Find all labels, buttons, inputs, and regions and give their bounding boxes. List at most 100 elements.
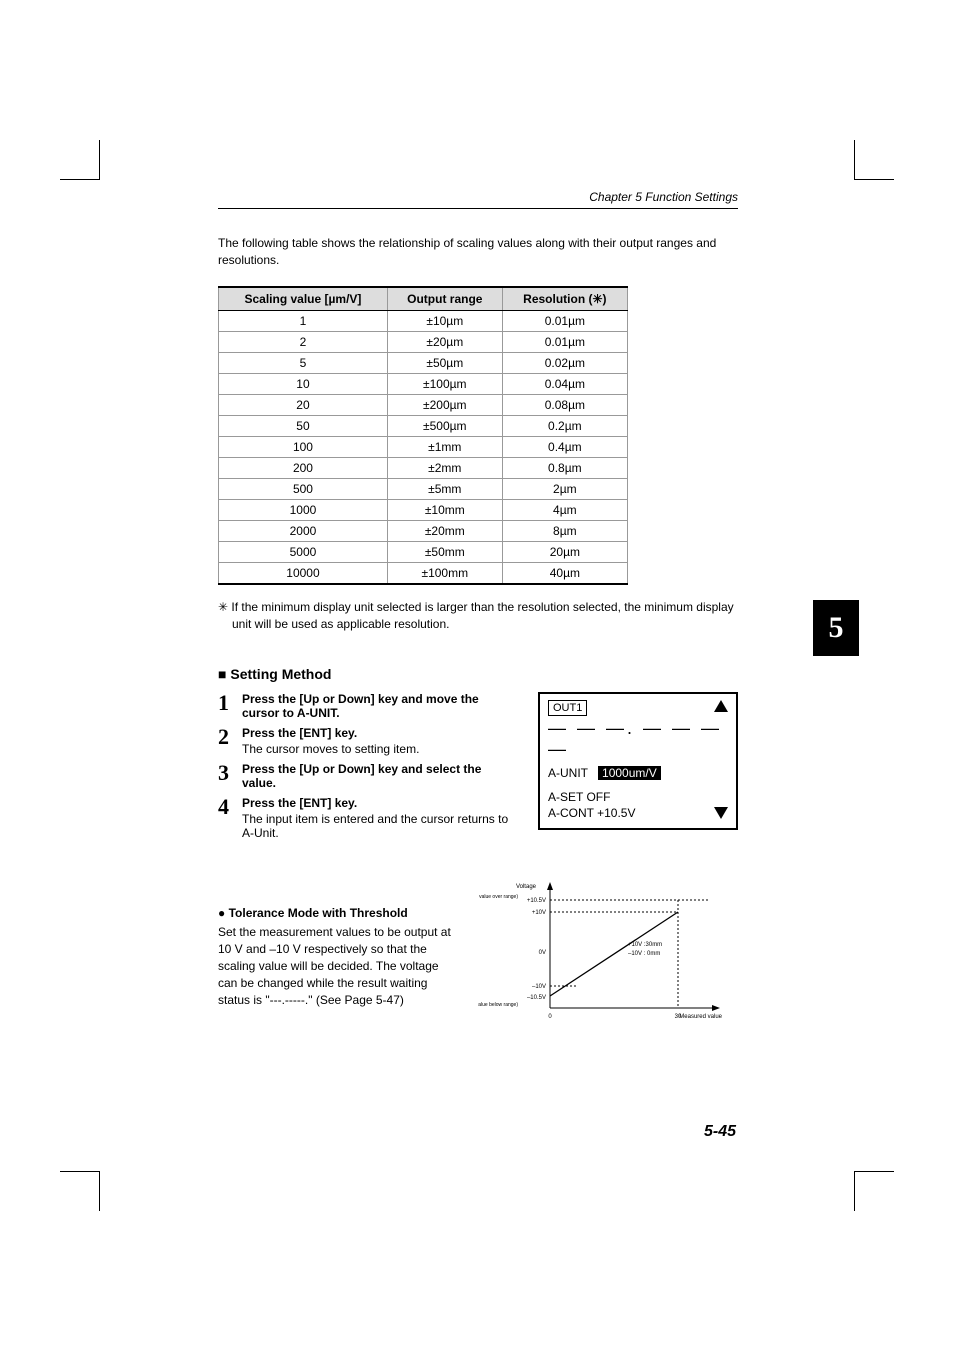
intro-text: The following table shows the relationsh… bbox=[218, 235, 738, 270]
svg-text:+10.5V: +10.5V bbox=[527, 898, 546, 904]
table-row: 2000±20mm8µm bbox=[219, 520, 628, 541]
table-cell: ±1mm bbox=[387, 436, 502, 457]
table-cell: 1 bbox=[219, 310, 388, 331]
table-row: 100±1mm0.4µm bbox=[219, 436, 628, 457]
table-cell: 200 bbox=[219, 457, 388, 478]
triangle-down-icon bbox=[714, 807, 728, 822]
table-cell: ±50mm bbox=[387, 541, 502, 562]
table-cell: 4µm bbox=[502, 499, 627, 520]
step-title: Press the [ENT] key. bbox=[242, 726, 518, 740]
table-cell: 5000 bbox=[219, 541, 388, 562]
table-cell: ±5mm bbox=[387, 478, 502, 499]
table-cell: 0.8µm bbox=[502, 457, 627, 478]
table-cell: 40µm bbox=[502, 562, 627, 584]
lcd-aunit-label: A-UNIT bbox=[548, 766, 588, 780]
section-heading-setting-method: Setting Method bbox=[218, 666, 738, 682]
tolerance-heading: Tolerance Mode with Threshold bbox=[218, 906, 458, 920]
table-cell: ±200µm bbox=[387, 394, 502, 415]
step-1: 1 Press the [Up or Down] key and move th… bbox=[218, 692, 518, 720]
page-content: Chapter 5 Function Settings The followin… bbox=[218, 190, 738, 1031]
svg-text:Voltage: Voltage bbox=[516, 884, 537, 890]
step-number: 2 bbox=[218, 726, 234, 756]
table-row: 10±100µm0.04µm bbox=[219, 373, 628, 394]
table-cell: ±50µm bbox=[387, 352, 502, 373]
step-3: 3 Press the [Up or Down] key and select … bbox=[218, 762, 518, 790]
table-row: 10000±100mm40µm bbox=[219, 562, 628, 584]
table-cell: ±10µm bbox=[387, 310, 502, 331]
table-cell: 2 bbox=[219, 331, 388, 352]
table-cell: 0.4µm bbox=[502, 436, 627, 457]
svg-text:+10V: +10V bbox=[532, 910, 546, 916]
scaling-table: Scaling value [µm/V] Output range Resolu… bbox=[218, 286, 628, 585]
table-cell: ±20mm bbox=[387, 520, 502, 541]
svg-text:Measured value: Measured value bbox=[679, 1014, 722, 1020]
lcd-acont-row: A-CONT +10.5V bbox=[548, 806, 728, 820]
tolerance-body: Set the measurement values to be output … bbox=[218, 924, 458, 1008]
col-header-output: Output range bbox=[387, 287, 502, 311]
table-cell: ±100µm bbox=[387, 373, 502, 394]
table-cell: ±10mm bbox=[387, 499, 502, 520]
chapter-side-tab: 5 bbox=[813, 600, 859, 656]
table-cell: 2µm bbox=[502, 478, 627, 499]
table-cell: 0.2µm bbox=[502, 415, 627, 436]
table-cell: ±20µm bbox=[387, 331, 502, 352]
table-cell: ±100mm bbox=[387, 562, 502, 584]
table-row: 50±500µm0.2µm bbox=[219, 415, 628, 436]
crop-mark-bl bbox=[60, 1171, 100, 1211]
table-cell: 8µm bbox=[502, 520, 627, 541]
triangle-up-icon bbox=[714, 700, 728, 715]
lcd-out-label: OUT1 bbox=[548, 700, 587, 716]
svg-text:–10V : 0mm: –10V : 0mm bbox=[628, 951, 660, 957]
step-desc: The cursor moves to setting item. bbox=[242, 742, 518, 756]
table-cell: 50 bbox=[219, 415, 388, 436]
lcd-aset-row: A-SET OFF bbox=[548, 790, 728, 804]
lcd-aunit-value: 1000um/V bbox=[598, 766, 661, 780]
table-row: 200±2mm0.8µm bbox=[219, 457, 628, 478]
svg-text:0: 0 bbox=[548, 1014, 552, 1020]
svg-text:0V: 0V bbox=[539, 950, 546, 956]
svg-text:(Positive value over range): (Positive value over range) bbox=[478, 894, 518, 900]
svg-text:(Negative value below range): (Negative value below range) bbox=[478, 1002, 518, 1008]
step-number: 4 bbox=[218, 796, 234, 840]
step-title: Press the [Up or Down] key and select th… bbox=[242, 762, 518, 790]
table-cell: 20µm bbox=[502, 541, 627, 562]
col-header-scaling: Scaling value [µm/V] bbox=[219, 287, 388, 311]
table-row: 5±50µm0.02µm bbox=[219, 352, 628, 373]
step-title: Press the [Up or Down] key and move the … bbox=[242, 692, 518, 720]
table-cell: 0.02µm bbox=[502, 352, 627, 373]
voltage-diagram: Voltage (Positive value over range) +10.… bbox=[478, 876, 738, 1031]
table-row: 20±200µm0.08µm bbox=[219, 394, 628, 415]
svg-text:+10V :30mm: +10V :30mm bbox=[628, 942, 662, 948]
crop-mark-br bbox=[854, 1171, 894, 1211]
step-desc: The input item is entered and the cursor… bbox=[242, 812, 518, 840]
table-row: 5000±50mm20µm bbox=[219, 541, 628, 562]
table-row: 500±5mm2µm bbox=[219, 478, 628, 499]
table-cell: 0.01µm bbox=[502, 331, 627, 352]
step-number: 1 bbox=[218, 692, 234, 720]
table-cell: 10000 bbox=[219, 562, 388, 584]
step-title: Press the [ENT] key. bbox=[242, 796, 518, 810]
table-footnote: ✳ If the minimum display unit selected i… bbox=[218, 599, 738, 633]
crop-mark-tr bbox=[854, 140, 894, 180]
lcd-dashes: — — —. — — — — bbox=[548, 718, 728, 760]
table-cell: 5 bbox=[219, 352, 388, 373]
table-cell: 0.01µm bbox=[502, 310, 627, 331]
table-cell: 20 bbox=[219, 394, 388, 415]
table-cell: 2000 bbox=[219, 520, 388, 541]
page-number: 5-45 bbox=[704, 1123, 736, 1141]
chapter-header: Chapter 5 Function Settings bbox=[218, 190, 738, 209]
crop-mark-tl bbox=[60, 140, 100, 180]
step-4: 4 Press the [ENT] key. The input item is… bbox=[218, 796, 518, 840]
col-header-resolution: Resolution (✳) bbox=[502, 287, 627, 311]
table-row: 1±10µm0.01µm bbox=[219, 310, 628, 331]
table-cell: 100 bbox=[219, 436, 388, 457]
step-2: 2 Press the [ENT] key. The cursor moves … bbox=[218, 726, 518, 756]
table-cell: 10 bbox=[219, 373, 388, 394]
table-cell: 0.08µm bbox=[502, 394, 627, 415]
table-cell: 0.04µm bbox=[502, 373, 627, 394]
table-row: 2±20µm0.01µm bbox=[219, 331, 628, 352]
table-cell: ±2mm bbox=[387, 457, 502, 478]
step-number: 3 bbox=[218, 762, 234, 790]
svg-text:–10.5V: –10.5V bbox=[527, 995, 546, 1001]
table-cell: ±500µm bbox=[387, 415, 502, 436]
